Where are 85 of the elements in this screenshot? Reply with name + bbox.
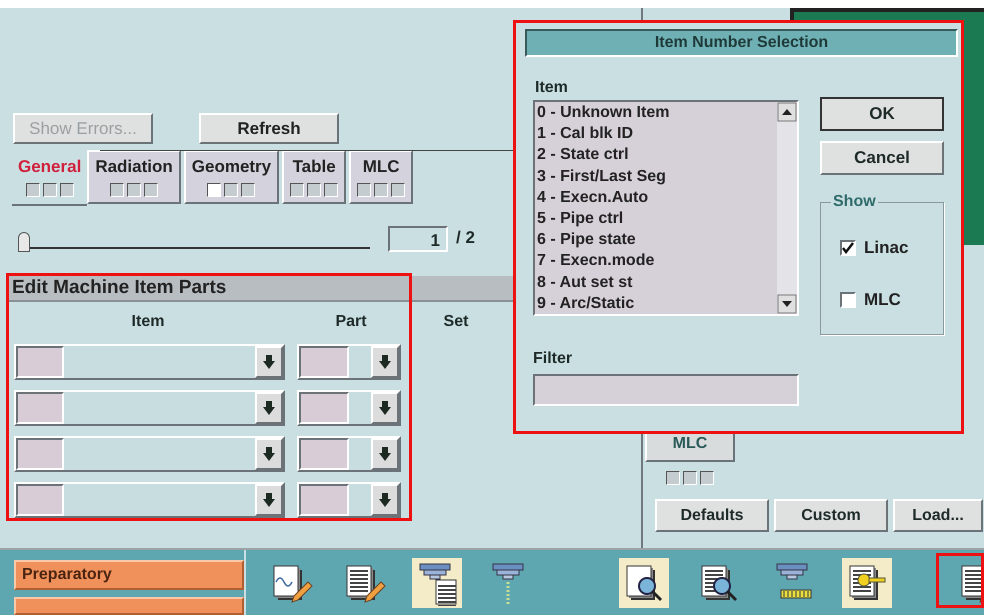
dropdown-button[interactable] bbox=[255, 346, 283, 378]
down-arrow-icon bbox=[379, 447, 391, 461]
checkbox[interactable]: Linac bbox=[840, 237, 908, 259]
down-arrow-icon bbox=[379, 493, 391, 507]
down-arrow-icon bbox=[263, 401, 275, 415]
section-title: Edit Machine Item Parts bbox=[11, 276, 226, 300]
tab-label: Radiation bbox=[95, 156, 173, 178]
dialog-button[interactable]: OK bbox=[820, 97, 944, 131]
list-item[interactable]: 3 - First/Last Seg bbox=[537, 166, 777, 187]
dropdown-button[interactable] bbox=[371, 392, 399, 424]
part-number-field[interactable] bbox=[299, 346, 349, 378]
part-dropdown[interactable] bbox=[297, 482, 401, 518]
item-number-field[interactable] bbox=[16, 438, 64, 470]
column-header: Part bbox=[334, 312, 368, 332]
part-number-field[interactable] bbox=[299, 392, 349, 424]
down-arrow-icon bbox=[263, 493, 275, 507]
tab[interactable]: Geometry bbox=[184, 150, 280, 204]
dropdown-button[interactable] bbox=[255, 438, 283, 470]
part-dropdown[interactable] bbox=[297, 390, 401, 426]
tab[interactable]: Table bbox=[282, 150, 346, 204]
down-arrow-icon bbox=[263, 447, 275, 461]
list-item[interactable]: 6 - Pipe state bbox=[537, 229, 777, 250]
item-dropdown[interactable] bbox=[14, 344, 285, 380]
item-number-field[interactable] bbox=[16, 346, 64, 378]
dropdown-button[interactable] bbox=[255, 484, 283, 516]
check-icon bbox=[842, 242, 854, 254]
dropdown-button[interactable] bbox=[371, 438, 399, 470]
dialog-title: Item Number Selection bbox=[654, 33, 828, 53]
sidebar-button[interactable] bbox=[14, 597, 244, 615]
down-arrow-icon bbox=[379, 401, 391, 415]
down-arrow-icon bbox=[379, 355, 391, 369]
item-list[interactable]: 0 - Unknown Item 1 - Cal blk ID 2 - State ctrl 3 - First/Last Seg 4 - Execn.Auto 5 - Pipe ctrl 6 - Pipe state 7 - Execn.mode 8 - Aut set st 9 - Arc/Static bbox=[533, 100, 799, 316]
checkbox[interactable]: MLC bbox=[840, 289, 908, 311]
tab-label: Geometry bbox=[192, 156, 272, 178]
list-item[interactable]: 9 - Arc/Static bbox=[537, 292, 777, 314]
list-item[interactable]: 5 - Pipe ctrl bbox=[537, 208, 777, 230]
column-header: Item bbox=[130, 312, 166, 332]
item-number-field[interactable] bbox=[16, 392, 64, 424]
list-item[interactable]: 2 - State ctrl bbox=[537, 144, 777, 166]
scrollbar[interactable] bbox=[777, 102, 797, 314]
checkbox-box[interactable] bbox=[840, 292, 856, 308]
item-dropdown[interactable] bbox=[14, 436, 285, 472]
part-dropdown[interactable] bbox=[297, 436, 401, 472]
dropdown-button[interactable] bbox=[371, 346, 399, 378]
page-total: / 2 bbox=[456, 226, 475, 248]
tab[interactable]: MLC bbox=[349, 150, 414, 204]
part-dropdown[interactable] bbox=[297, 344, 401, 380]
tool-button[interactable] bbox=[842, 558, 892, 608]
list-label: Item bbox=[535, 78, 568, 98]
list-item[interactable]: 8 - Aut set st bbox=[537, 272, 777, 293]
down-arrow-icon bbox=[263, 355, 275, 369]
checkbox-label: MLC bbox=[864, 289, 901, 312]
item-dropdown[interactable] bbox=[14, 482, 285, 518]
action-button[interactable]: Custom bbox=[774, 499, 888, 532]
item-dropdown[interactable] bbox=[14, 390, 285, 426]
tab-label: MLC bbox=[362, 156, 400, 178]
tab-label: General bbox=[18, 156, 82, 178]
column-header: Set bbox=[442, 312, 470, 332]
highlight-frame bbox=[936, 553, 984, 608]
tool-button[interactable] bbox=[619, 558, 669, 608]
page-field[interactable]: 1 bbox=[388, 226, 448, 252]
checkbox-label: Linac bbox=[864, 237, 908, 260]
part-number-field[interactable] bbox=[299, 438, 349, 470]
dropdown-button[interactable] bbox=[255, 392, 283, 424]
scroll-up-icon bbox=[777, 102, 797, 122]
filter-label: Filter bbox=[533, 349, 572, 369]
action-button[interactable]: Load... bbox=[893, 499, 983, 532]
tab[interactable]: Radiation bbox=[87, 150, 181, 204]
filter-field[interactable] bbox=[533, 374, 799, 406]
slider-thumb[interactable] bbox=[18, 232, 30, 252]
checkbox-box[interactable] bbox=[840, 240, 856, 256]
action-button[interactable]: Defaults bbox=[655, 499, 769, 532]
list-item[interactable]: 4 - Execn.Auto bbox=[537, 186, 777, 208]
tool-button[interactable] bbox=[412, 558, 462, 608]
toolbar-button[interactable]: Refresh bbox=[199, 113, 339, 144]
dialog-button[interactable]: Cancel bbox=[820, 141, 944, 175]
item-number-field[interactable] bbox=[16, 484, 64, 516]
list-item[interactable]: 1 - Cal blk ID bbox=[537, 123, 777, 144]
sidebar-button[interactable]: Preparatory bbox=[14, 560, 244, 590]
scroll-down-icon bbox=[777, 294, 797, 314]
list-item[interactable]: 7 - Execn.mode bbox=[537, 250, 777, 272]
tab-label: Table bbox=[292, 156, 336, 178]
list-item[interactable]: 0 - Unknown Item bbox=[537, 102, 777, 124]
dropdown-button[interactable] bbox=[371, 484, 399, 516]
part-number-field[interactable] bbox=[299, 484, 349, 516]
